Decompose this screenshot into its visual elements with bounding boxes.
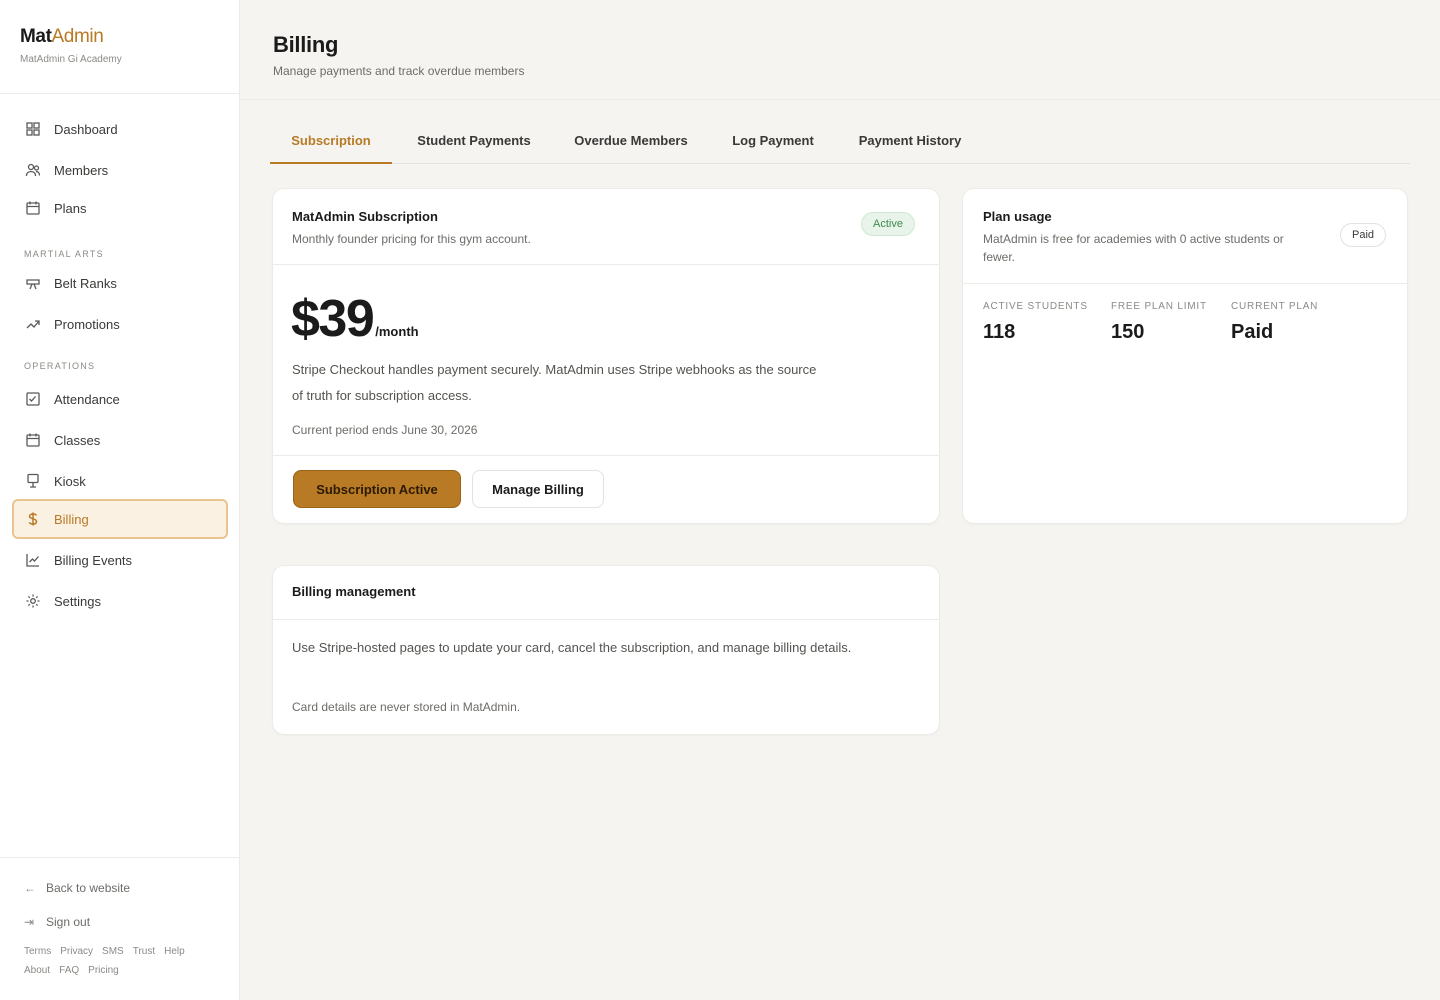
back-to-website-label: Back to website (46, 881, 131, 895)
divider (0, 857, 239, 858)
sidebar-item-label: Classes (54, 432, 101, 448)
manage-billing-button[interactable]: Manage Billing (472, 470, 604, 508)
legal-link-about[interactable]: About (24, 965, 50, 976)
stat-value-active-students: 118 (983, 321, 1016, 343)
plan-usage-description: MatAdmin is free for academies with 0 ac… (983, 232, 1284, 264)
chart-icon (24, 551, 42, 569)
plan-usage-card: Plan usage MatAdmin is free for academie… (962, 188, 1408, 524)
legal-link-sms[interactable]: SMS (102, 946, 124, 957)
sidebar-item-label: Attendance (54, 391, 120, 407)
legal-links-row-2: About FAQ Pricing (24, 965, 119, 976)
back-to-website-link[interactable]: ← Back to website (24, 881, 130, 895)
sidebar-item-label: Belt Ranks (54, 275, 117, 291)
legal-link-faq[interactable]: FAQ (59, 965, 79, 976)
sidebar-item-label: Members (54, 162, 109, 178)
sign-out-link[interactable]: ⇥ Sign out (24, 915, 90, 929)
sidebar-item-classes[interactable]: Classes (12, 422, 228, 458)
subscription-active-button[interactable]: Subscription Active (293, 470, 461, 508)
stat-label-current-plan: Current plan (1231, 301, 1319, 312)
sidebar-item-label: Kiosk (54, 473, 86, 489)
gear-icon (24, 592, 42, 610)
stat-value-free-plan-limit: 150 (1111, 321, 1145, 343)
subscription-price: $39 /month (291, 289, 419, 349)
nav-section-martial-arts: Martial Arts (24, 249, 104, 259)
brand[interactable]: MatAdmin MatAdmin Gi Academy (20, 26, 122, 65)
sidebar-item-settings[interactable]: Settings (12, 583, 228, 619)
trend-up-icon (24, 315, 42, 333)
grid-icon (24, 120, 42, 138)
tab-subscription[interactable]: Subscription (270, 122, 392, 164)
sidebar-item-label: Settings (54, 593, 101, 609)
sidebar-item-plans[interactable]: Plans (12, 190, 228, 226)
stat-label-free-plan-limit: Free plan limit (1111, 301, 1207, 312)
sign-out-label: Sign out (46, 915, 91, 929)
users-icon (24, 161, 42, 179)
brand-subtitle: MatAdmin Gi Academy (20, 54, 122, 65)
dollar-icon (24, 510, 42, 528)
sidebar-item-belt-ranks[interactable]: Belt Ranks (12, 265, 228, 301)
sidebar-item-attendance[interactable]: Attendance (12, 381, 228, 417)
subscription-card-title: MatAdmin Subscription (292, 209, 438, 224)
period-end-text: Current period ends June 30, 2026 (292, 423, 478, 437)
page-header: Billing Manage payments and track overdu… (240, 0, 1440, 100)
divider (963, 283, 1407, 284)
sign-out-icon: ⇥ (24, 915, 35, 929)
subscription-card-description: Monthly founder pricing for this gym acc… (292, 232, 531, 246)
price-period: /month (375, 324, 419, 339)
divider (273, 455, 939, 456)
sidebar-item-dashboard[interactable]: Dashboard (12, 111, 228, 147)
sidebar: MatAdmin MatAdmin Gi Academy Dashboard M… (0, 0, 240, 1000)
sidebar-item-label: Dashboard (54, 121, 118, 137)
price-amount: $39 (291, 290, 375, 348)
legal-link-pricing[interactable]: Pricing (88, 965, 119, 976)
calendar-icon (24, 431, 42, 449)
billing-management-body: Use Stripe-hosted pages to update your c… (292, 640, 852, 655)
sidebar-item-kiosk[interactable]: Kiosk (12, 463, 228, 499)
checklist-icon (24, 390, 42, 408)
legal-link-trust[interactable]: Trust (133, 946, 155, 957)
sidebar-item-billing[interactable]: Billing (12, 499, 228, 539)
tab-payment-history[interactable]: Payment History (853, 122, 967, 164)
sidebar-item-label: Billing Events (54, 552, 133, 568)
legal-link-help[interactable]: Help (164, 946, 185, 957)
divider (0, 93, 239, 94)
tab-log-payment[interactable]: Log Payment (727, 122, 819, 164)
nav-section-operations: Operations (24, 361, 96, 371)
sidebar-item-label: Billing (54, 511, 89, 527)
brand-logo[interactable]: MatAdmin (20, 26, 122, 48)
billing-tabs: Subscription Student Payments Overdue Me… (270, 122, 1410, 164)
subscription-card: MatAdmin Subscription Monthly founder pr… (272, 188, 940, 524)
billing-management-card: Billing management Use Stripe-hosted pag… (272, 565, 940, 735)
plan-usage-title: Plan usage (983, 209, 1052, 224)
page-subtitle: Manage payments and track overdue member… (273, 64, 525, 78)
kiosk-icon (24, 472, 42, 490)
tab-overdue-members[interactable]: Overdue Members (569, 122, 693, 164)
status-badge: Active (861, 212, 915, 236)
sidebar-item-members[interactable]: Members (12, 152, 228, 188)
calendar-icon (24, 199, 42, 217)
legal-link-terms[interactable]: Terms (24, 946, 51, 957)
subscription-body-text: Stripe Checkout handles payment securely… (292, 362, 817, 403)
sidebar-item-label: Plans (54, 200, 87, 216)
belt-icon (24, 274, 42, 292)
divider (273, 619, 939, 620)
tab-student-payments[interactable]: Student Payments (412, 122, 536, 164)
billing-management-title: Billing management (292, 584, 416, 599)
arrow-left-icon: ← (24, 881, 36, 895)
legal-links-row-1: Terms Privacy SMS Trust Help (24, 946, 185, 957)
legal-link-privacy[interactable]: Privacy (60, 946, 93, 957)
sidebar-item-label: Promotions (54, 316, 120, 332)
stat-label-active-students: Active students (983, 301, 1088, 312)
divider (273, 264, 939, 265)
sidebar-item-promotions[interactable]: Promotions (12, 306, 228, 342)
sidebar-item-billing-events[interactable]: Billing Events (12, 542, 228, 578)
page-title: Billing (273, 32, 339, 57)
plan-badge: Paid (1340, 223, 1387, 247)
billing-management-note: Card details are never stored in MatAdmi… (292, 700, 521, 714)
stat-value-current-plan: Paid (1231, 321, 1274, 343)
